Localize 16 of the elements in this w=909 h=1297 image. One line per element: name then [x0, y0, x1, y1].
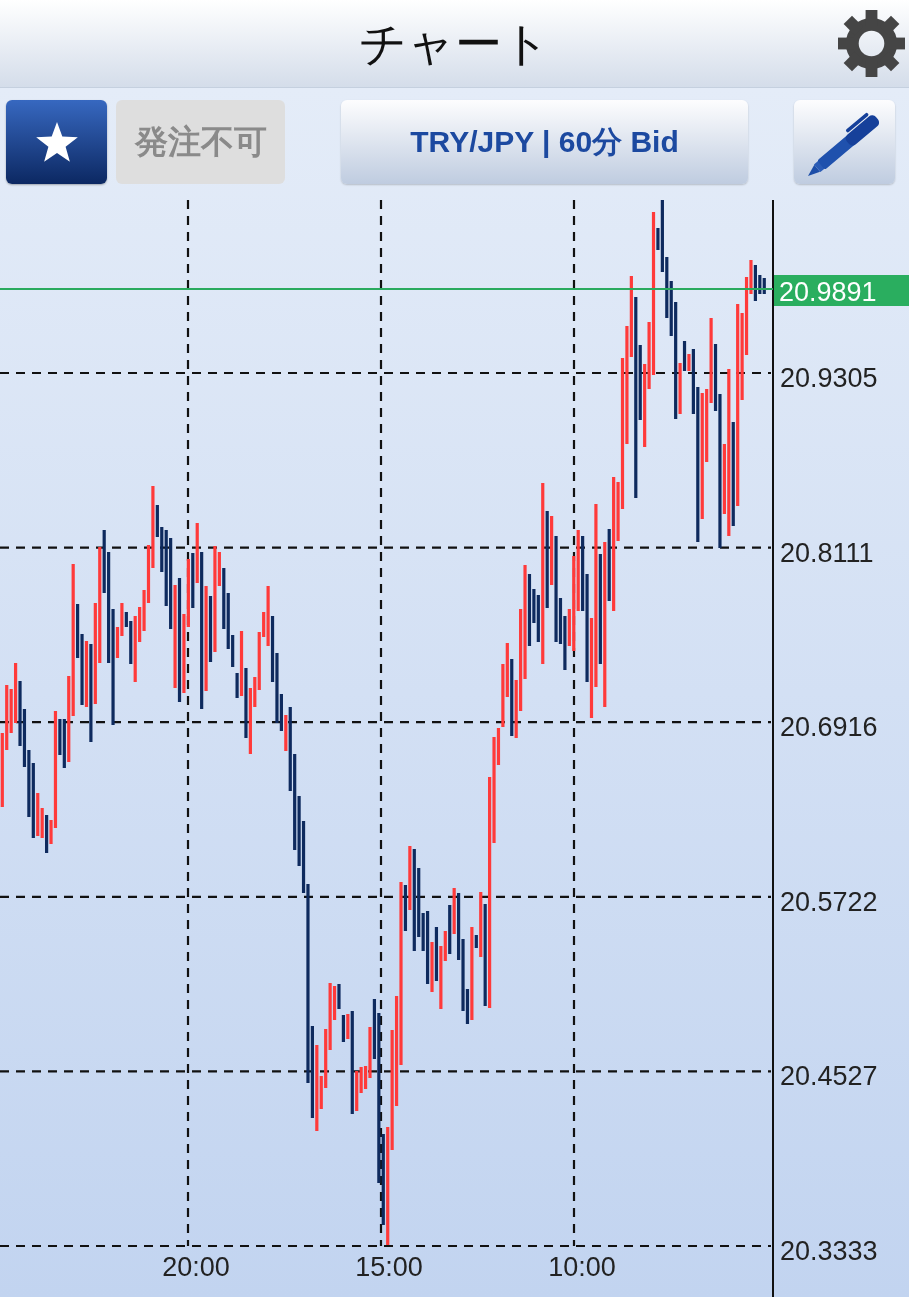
- time-axis-label: 20:00: [162, 1252, 230, 1282]
- price-axis-label: 20.6916: [780, 712, 878, 743]
- settings-icon[interactable]: [838, 10, 905, 77]
- price-axis-label: 20.4527: [780, 1061, 878, 1092]
- price-axis-label: 20.3333: [780, 1236, 878, 1266]
- current-price-badge: 20.9891: [774, 275, 909, 307]
- symbol-selector-button[interactable]: TRY/JPY | 60分 Bid: [341, 100, 748, 184]
- favorite-button[interactable]: [6, 100, 107, 184]
- star-icon: [35, 122, 78, 162]
- pen-button[interactable]: [794, 100, 895, 184]
- time-axis-label: 10:00: [548, 1252, 616, 1282]
- screen-title: チャート: [359, 20, 550, 67]
- price-axis-label: 20.8111: [780, 537, 874, 568]
- price-axis-label: 20.5722: [780, 886, 878, 917]
- price-axis-label: 20.9305: [780, 363, 878, 393]
- time-axis-label: 15:00: [355, 1252, 423, 1282]
